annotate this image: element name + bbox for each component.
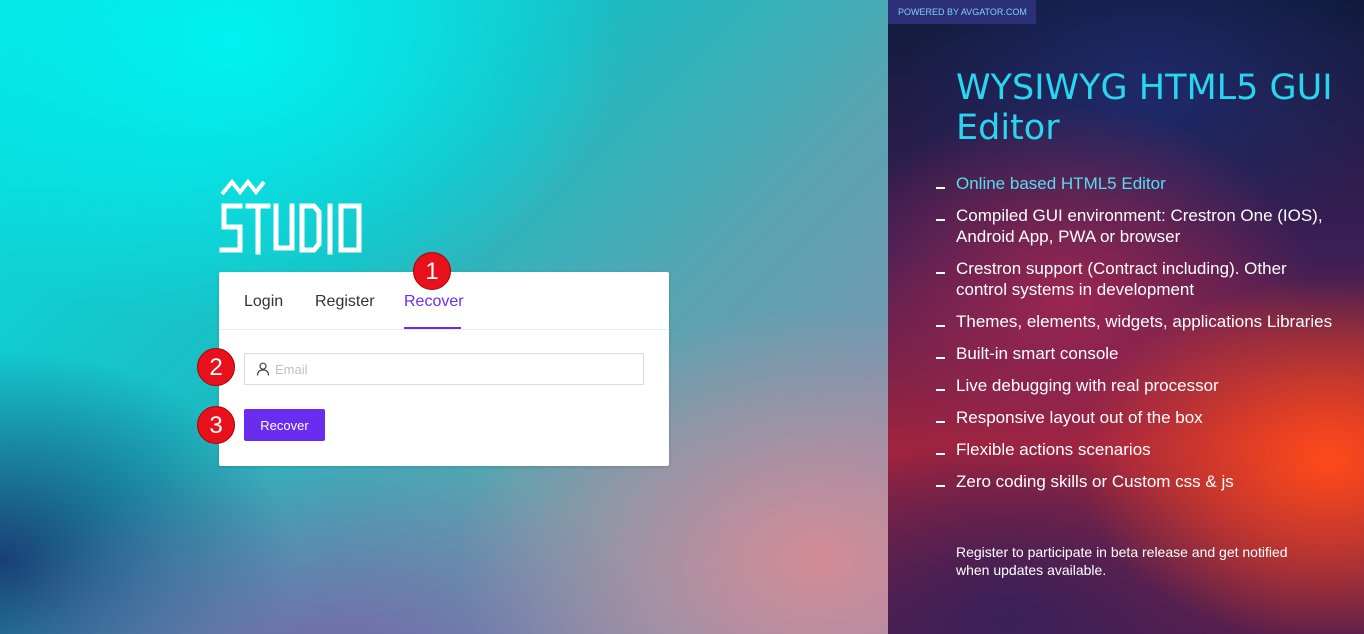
- feature-text: Compiled GUI environment: Crestron One (…: [956, 206, 1323, 246]
- annotation-marker-1: 1: [413, 252, 451, 290]
- dash-icon: [936, 453, 945, 455]
- dash-icon: [936, 485, 945, 487]
- email-field[interactable]: [244, 353, 644, 385]
- feature-text: Online based HTML5 Editor: [956, 174, 1166, 193]
- auth-card: Login Register Recover Recover: [219, 272, 669, 466]
- feature-item: Themes, elements, widgets, applications …: [936, 311, 1336, 332]
- feature-text: Themes, elements, widgets, applications …: [956, 312, 1333, 331]
- dash-icon: [936, 357, 945, 359]
- dash-icon: [936, 219, 945, 221]
- powered-by-link[interactable]: POWERED BY AVGATOR.COM: [888, 0, 1036, 24]
- beta-note: Register to participate in beta release …: [956, 544, 1288, 578]
- feature-item: Crestron support (Contract including). O…: [936, 258, 1336, 300]
- email-input[interactable]: [275, 354, 635, 384]
- right-panel: POWERED BY AVGATOR.COM WYSIWYG HTML5 GUI…: [888, 0, 1364, 634]
- user-icon: [256, 362, 270, 376]
- feature-item: Built-in smart console: [936, 343, 1336, 364]
- feature-text: Zero coding skills or Custom css & js: [956, 472, 1234, 491]
- annotation-marker-2: 2: [197, 348, 235, 386]
- tab-login[interactable]: Login: [244, 292, 283, 329]
- recover-button[interactable]: Recover: [244, 409, 325, 441]
- feature-item: Zero coding skills or Custom css & js: [936, 471, 1336, 492]
- dash-icon: [936, 389, 945, 391]
- tab-recover[interactable]: Recover: [404, 292, 464, 329]
- feature-item: Live debugging with real processor: [936, 375, 1336, 396]
- annotation-marker-3: 3: [197, 406, 235, 444]
- left-panel: Login Register Recover Recover 1 2 3: [0, 0, 888, 634]
- dash-icon: [936, 272, 945, 274]
- feature-text: Live debugging with real processor: [956, 376, 1219, 395]
- av-studio-logo: [218, 178, 366, 256]
- feature-item: Responsive layout out of the box: [936, 407, 1336, 428]
- feature-item: Flexible actions scenarios: [936, 439, 1336, 460]
- dash-icon: [936, 421, 945, 423]
- feature-text: Responsive layout out of the box: [956, 408, 1203, 427]
- feature-text: Crestron support (Contract including). O…: [956, 259, 1287, 299]
- dash-icon: [936, 187, 945, 189]
- feature-text: Flexible actions scenarios: [956, 440, 1151, 459]
- feature-text: Built-in smart console: [956, 344, 1119, 363]
- feature-item: Compiled GUI environment: Crestron One (…: [936, 205, 1336, 247]
- headline: WYSIWYG HTML5 GUI Editor: [956, 68, 1333, 148]
- feature-item: Online based HTML5 Editor: [936, 173, 1336, 194]
- tab-register[interactable]: Register: [315, 292, 375, 329]
- feature-list: Online based HTML5 Editor Compiled GUI e…: [936, 173, 1336, 503]
- dash-icon: [936, 325, 945, 327]
